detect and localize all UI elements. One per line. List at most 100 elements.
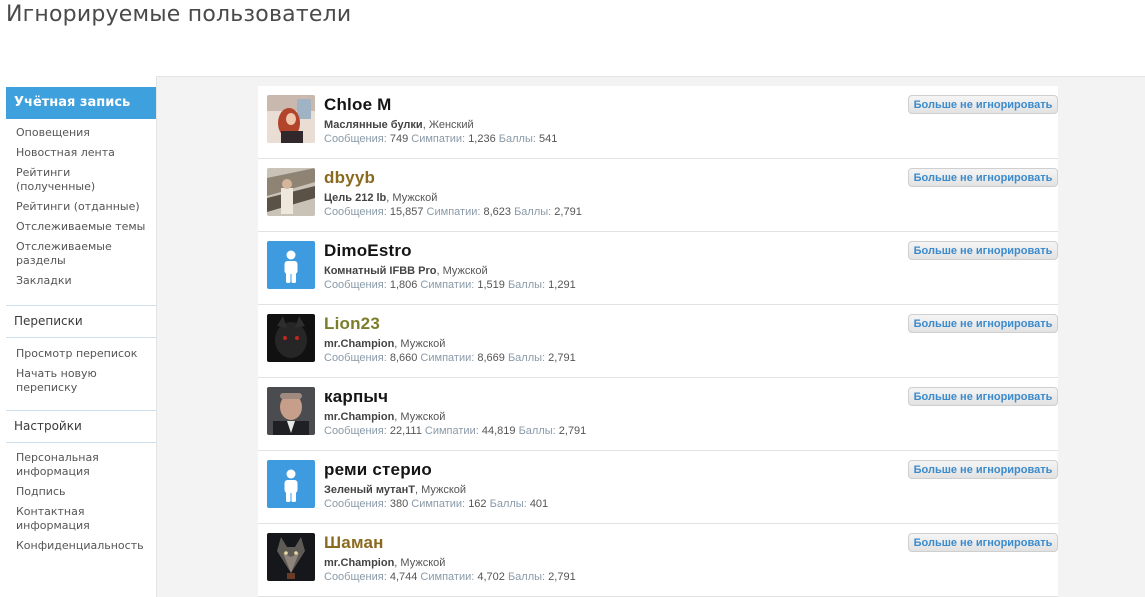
messages-label: Сообщения:: [324, 133, 387, 145]
page-title: Игнорируемые пользователи: [6, 2, 352, 27]
user-avatar[interactable]: [267, 241, 315, 289]
user-avatar[interactable]: [267, 314, 315, 362]
sidebar-item-start-conversation[interactable]: Начать новую переписку: [6, 364, 116, 398]
sidebar-item-contact-info[interactable]: Контактная информация: [6, 502, 116, 536]
messages-count[interactable]: 8,660: [390, 352, 418, 364]
messages-count[interactable]: 4,744: [390, 571, 418, 583]
points-count[interactable]: 541: [539, 133, 557, 145]
user-title-line: Цель 212 lb, Мужской: [324, 192, 438, 204]
user-stats: Сообщения: 749 Симпатии: 1,236 Баллы: 54…: [324, 133, 557, 145]
user-gender: Мужской: [400, 411, 446, 423]
messages-count[interactable]: 22,111: [390, 425, 422, 437]
sidebar-header-settings: Настройки: [6, 410, 156, 443]
sidebar-header-account[interactable]: Учётная запись: [6, 87, 156, 119]
user-avatar[interactable]: [267, 460, 315, 508]
sidebar-header-conversations: Переписки: [6, 305, 156, 338]
unignore-button[interactable]: Больше не игнорировать: [908, 314, 1058, 333]
likes-count: 1,519: [477, 279, 505, 291]
likes-count: 4,702: [477, 571, 505, 583]
user-stats: Сообщения: 8,660 Симпатии: 8,669 Баллы: …: [324, 352, 576, 364]
likes-count: 1,236: [468, 133, 496, 145]
username-link[interactable]: dbyyb: [324, 168, 375, 188]
conversations-menu: Просмотр переписок Начать новую переписк…: [6, 338, 156, 410]
sidebar-item-view-conversations[interactable]: Просмотр переписок: [6, 344, 156, 364]
messages-count[interactable]: 15,857: [390, 206, 424, 218]
user-stats: Сообщения: 380 Симпатии: 162 Баллы: 401: [324, 498, 548, 510]
user-row: карпыч mr.Champion, Мужской Сообщения: 2…: [258, 378, 1058, 451]
messages-label: Сообщения:: [324, 498, 387, 510]
points-label: Баллы:: [489, 498, 527, 510]
likes-count: 44,819: [481, 425, 516, 437]
user-stats: Сообщения: 1,806 Симпатии: 1,519 Баллы: …: [324, 279, 576, 291]
username-link[interactable]: Шаман: [324, 533, 384, 553]
likes-label: Симпатии:: [411, 498, 466, 510]
user-title-line: Зеленый мутанТ, Мужской: [324, 484, 467, 496]
user-avatar[interactable]: [267, 533, 315, 581]
messages-label: Сообщения:: [324, 425, 387, 437]
user-gender: Мужской: [421, 484, 467, 496]
user-stats: Сообщения: 22,111 Симпатии: 44,819 Баллы…: [324, 425, 586, 437]
sidebar-item-bookmarks[interactable]: Закладки: [6, 271, 156, 291]
user-row: dbyyb Цель 212 lb, Мужской Сообщения: 15…: [258, 159, 1058, 232]
points-label: Баллы:: [507, 571, 546, 583]
default-user-icon: [267, 460, 315, 508]
sidebar-item-signature[interactable]: Подпись: [6, 482, 156, 502]
username-link[interactable]: Lion23: [324, 314, 380, 334]
messages-label: Сообщения:: [324, 352, 387, 364]
points-label: Баллы:: [498, 133, 536, 145]
unignore-button[interactable]: Больше не игнорировать: [908, 460, 1058, 479]
unignore-button[interactable]: Больше не игнорировать: [908, 95, 1058, 114]
photo-gym-icon: [267, 168, 315, 216]
user-title: Зеленый мутанТ: [324, 484, 415, 496]
sidebar-item-ratings-given[interactable]: Рейтинги (отданные): [6, 197, 156, 217]
messages-count[interactable]: 380: [390, 498, 408, 510]
username-link[interactable]: карпыч: [324, 387, 388, 407]
user-avatar[interactable]: [267, 95, 315, 143]
points-label: Баллы:: [507, 279, 546, 291]
username-link[interactable]: DimoEstro: [324, 241, 412, 261]
user-gender: Мужской: [442, 265, 488, 277]
user-stats: Сообщения: 15,857 Симпатии: 8,623 Баллы:…: [324, 206, 582, 218]
points-count[interactable]: 2,791: [548, 352, 576, 364]
points-count[interactable]: 1,291: [548, 279, 576, 291]
default-user-icon: [267, 241, 315, 289]
points-label: Баллы:: [518, 425, 556, 437]
points-count[interactable]: 2,791: [548, 571, 576, 583]
username-link[interactable]: Chloe M: [324, 95, 392, 115]
photo-red-hair-icon: [267, 95, 315, 143]
sidebar-item-privacy[interactable]: Конфиденциальность: [6, 536, 156, 556]
likes-label: Симпатии:: [411, 133, 466, 145]
sidebar-item-watched-forums[interactable]: Отслеживаемые разделы: [6, 237, 126, 271]
points-count[interactable]: 401: [530, 498, 548, 510]
points-count[interactable]: 2,791: [559, 425, 587, 437]
user-title: mr.Champion: [324, 338, 395, 350]
likes-count: 8,623: [483, 206, 512, 218]
user-title-line: Маслянные булки, Женский: [324, 119, 474, 131]
likes-label: Симпатии:: [420, 352, 475, 364]
points-label: Баллы:: [514, 206, 552, 218]
user-title-line: mr.Champion, Мужской: [324, 411, 446, 423]
messages-count[interactable]: 1,806: [390, 279, 418, 291]
sidebar-item-personal-info[interactable]: Персональная информация: [6, 448, 116, 482]
user-gender: Мужской: [400, 557, 446, 569]
user-title: Цель 212 lb: [324, 192, 387, 204]
sidebar-item-news-feed[interactable]: Новостная лента: [6, 143, 156, 163]
user-avatar[interactable]: [267, 387, 315, 435]
messages-count[interactable]: 749: [390, 133, 408, 145]
sidebar-item-ratings-received[interactable]: Рейтинги (полученные): [6, 163, 156, 197]
user-avatar[interactable]: [267, 168, 315, 216]
sidebar-item-watched-threads[interactable]: Отслеживаемые темы: [6, 217, 156, 237]
unignore-button[interactable]: Больше не игнорировать: [908, 241, 1058, 260]
sidebar-item-alerts[interactable]: Оповещения: [6, 123, 156, 143]
photo-dark-wolf-icon: [267, 314, 315, 362]
account-menu: Оповещения Новостная лента Рейтинги (пол…: [6, 119, 156, 305]
points-count[interactable]: 2,791: [554, 206, 582, 218]
photo-man-portrait-icon: [267, 387, 315, 435]
user-gender: Мужской: [400, 338, 446, 350]
unignore-button[interactable]: Больше не игнорировать: [908, 168, 1058, 187]
unignore-button[interactable]: Больше не игнорировать: [908, 387, 1058, 406]
photo-wolf-art-icon: [267, 533, 315, 581]
user-row: Шаман mr.Champion, Мужской Сообщения: 4,…: [258, 524, 1058, 597]
username-link[interactable]: реми стерио: [324, 460, 432, 480]
unignore-button[interactable]: Больше не игнорировать: [908, 533, 1058, 552]
